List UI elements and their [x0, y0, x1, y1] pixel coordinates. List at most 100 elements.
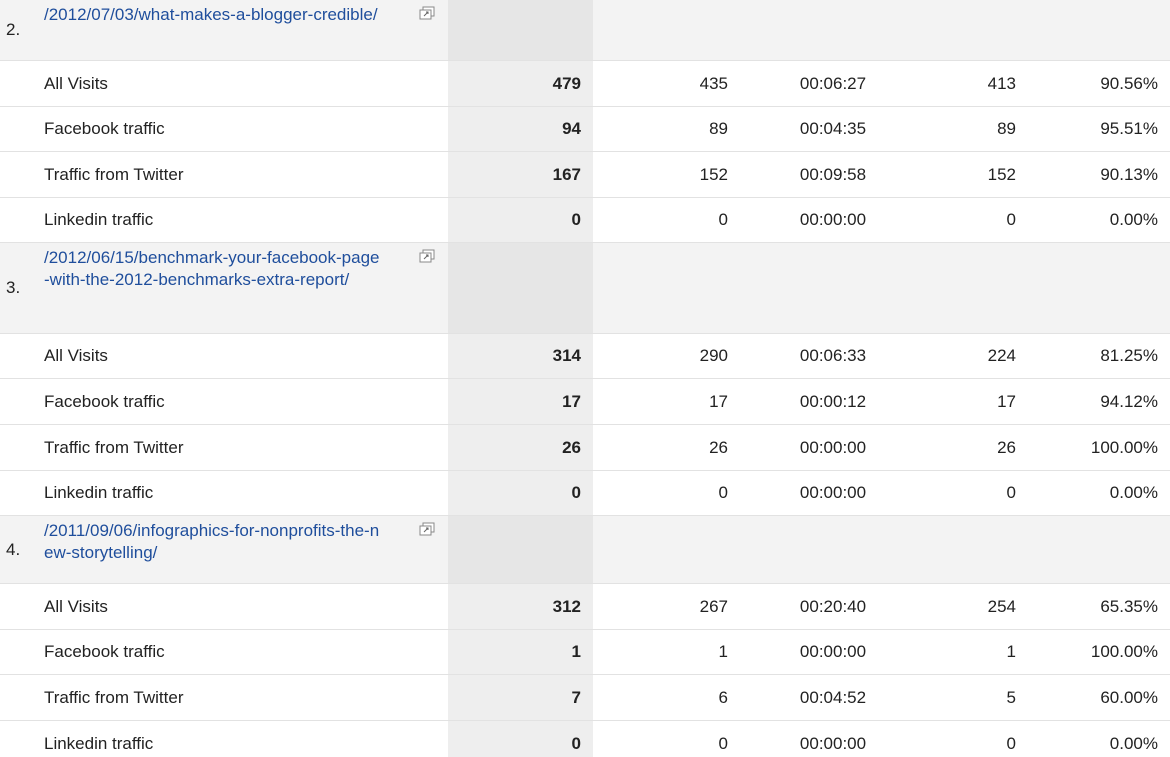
- metric-4-value: 413: [987, 73, 1016, 93]
- percent-value: 0.00%: [1109, 483, 1158, 502]
- metric-4-value: 5: [1006, 687, 1016, 707]
- metric-2-value: 290: [699, 346, 728, 365]
- metric-2-value: 26: [709, 437, 728, 457]
- percent-value: 60.00%: [1100, 687, 1158, 707]
- time-on-page-value: 00:00:00: [799, 437, 867, 457]
- page-path-link[interactable]: /2012/06/15/benchmark-your-facebook-page…: [44, 245, 384, 291]
- segment-label: Facebook traffic: [44, 391, 165, 411]
- time-on-page-value: 00:00:12: [799, 391, 867, 411]
- segment-label: Linkedin traffic: [44, 483, 154, 502]
- segment-row: Traffic from Twitter 167 152 00:09:58 15…: [0, 152, 1170, 198]
- segment-row: All Visits 312 267 00:20:40 254 65.35%: [0, 584, 1170, 630]
- metric-2-value: 0: [718, 210, 728, 229]
- segment-row: Facebook traffic 94 89 00:04:35 89 95.51…: [0, 107, 1170, 152]
- segment-label: Linkedin traffic: [44, 210, 154, 229]
- time-on-page-value: 00:00:00: [799, 642, 867, 661]
- page-path-cell: /2011/09/06/infographics-for-nonprofits-…: [44, 516, 424, 583]
- visits-value: 0: [448, 198, 593, 242]
- row-index: 4.: [6, 539, 21, 559]
- page-row: 4. /2011/09/06/infographics-for-nonprofi…: [0, 516, 1170, 584]
- segment-label: Traffic from Twitter: [44, 437, 184, 457]
- row-index: 3.: [6, 278, 21, 297]
- metric-2-value: 17: [709, 391, 728, 411]
- visits-value: 312: [448, 584, 593, 629]
- time-on-page-value: 00:00:00: [799, 210, 867, 229]
- open-page-button[interactable]: [412, 0, 442, 60]
- row-index: 2.: [6, 20, 21, 39]
- page-row: 2. /2012/07/03/what-makes-a-blogger-cred…: [0, 0, 1170, 61]
- external-window-icon: [419, 249, 435, 263]
- percent-value: 90.56%: [1100, 73, 1158, 93]
- segment-label: All Visits: [44, 596, 108, 616]
- metric-2-value: 435: [699, 73, 728, 93]
- visits-value: 17: [448, 379, 593, 424]
- metric-4-value: 0: [1006, 210, 1016, 229]
- segment-label: All Visits: [44, 73, 108, 93]
- percent-value: 100.00%: [1090, 437, 1158, 457]
- visits-value: 167: [448, 152, 593, 197]
- segment-row: Facebook traffic 1 1 00:00:00 1 100.00%: [0, 630, 1170, 675]
- percent-value: 0.00%: [1109, 733, 1158, 753]
- metric-2-value: 1: [718, 642, 728, 661]
- time-on-page-value: 00:04:52: [799, 687, 867, 707]
- page-path-cell: /2012/06/15/benchmark-your-facebook-page…: [44, 243, 424, 333]
- time-on-page-value: 00:00:00: [799, 733, 867, 753]
- metric-2-value: 89: [709, 119, 728, 138]
- time-on-page-value: 00:00:00: [799, 483, 867, 502]
- percent-value: 100.00%: [1090, 642, 1158, 661]
- segment-row: All Visits 479 435 00:06:27 413 90.56%: [0, 61, 1170, 107]
- time-on-page-value: 00:20:40: [799, 596, 867, 616]
- metric-4-value: 254: [987, 596, 1016, 616]
- metric-2-value: 0: [718, 733, 728, 753]
- percent-value: 65.35%: [1100, 596, 1158, 616]
- percent-value: 94.12%: [1100, 391, 1158, 411]
- metric-4-value: 89: [997, 119, 1016, 138]
- metric-4-value: 1: [1006, 642, 1016, 661]
- metric-2-value: 0: [718, 483, 728, 502]
- percent-value: 81.25%: [1100, 346, 1158, 365]
- segment-label: Linkedin traffic: [44, 733, 154, 753]
- page-path-cell: /2012/07/03/what-makes-a-blogger-credibl…: [44, 0, 424, 60]
- open-page-button[interactable]: [412, 516, 442, 583]
- segment-label: Traffic from Twitter: [44, 687, 184, 707]
- metric-2-value: 152: [699, 164, 728, 184]
- visits-value: 94: [448, 107, 593, 151]
- visits-value: 1: [448, 630, 593, 674]
- segment-row: All Visits 314 290 00:06:33 224 81.25%: [0, 334, 1170, 379]
- segment-label: Traffic from Twitter: [44, 164, 184, 184]
- metric-4-value: 0: [1006, 483, 1016, 502]
- page-row: 3. /2012/06/15/benchmark-your-facebook-p…: [0, 243, 1170, 334]
- segment-row: Linkedin traffic 0 0 00:00:00 0 0.00%: [0, 721, 1170, 757]
- segment-row: Linkedin traffic 0 0 00:00:00 0 0.00%: [0, 471, 1170, 516]
- percent-value: 95.51%: [1100, 119, 1158, 138]
- visits-value: 0: [448, 471, 593, 515]
- visits-value: 7: [448, 675, 593, 720]
- time-on-page-value: 00:04:35: [799, 119, 867, 138]
- page-path-link[interactable]: /2012/07/03/what-makes-a-blogger-credibl…: [44, 2, 384, 26]
- segment-row: Traffic from Twitter 26 26 00:00:00 26 1…: [0, 425, 1170, 471]
- visits-value: 0: [448, 721, 593, 757]
- time-on-page-value: 00:06:27: [799, 73, 867, 93]
- visits-value: 479: [448, 61, 593, 106]
- metric-4-value: 0: [1006, 733, 1016, 753]
- metric-4-value: 224: [987, 346, 1016, 365]
- metric-2-value: 6: [718, 687, 728, 707]
- segment-row: Traffic from Twitter 7 6 00:04:52 5 60.0…: [0, 675, 1170, 721]
- external-window-icon: [419, 6, 435, 20]
- percent-value: 0.00%: [1109, 210, 1158, 229]
- visits-value: 314: [448, 334, 593, 378]
- external-window-icon: [419, 522, 435, 536]
- open-page-button[interactable]: [412, 243, 442, 333]
- segment-label: Facebook traffic: [44, 119, 165, 138]
- metric-2-value: 267: [699, 596, 728, 616]
- visits-value: 26: [448, 425, 593, 470]
- segment-row: Facebook traffic 17 17 00:00:12 17 94.12…: [0, 379, 1170, 425]
- page-path-link[interactable]: /2011/09/06/infographics-for-nonprofits-…: [44, 518, 384, 564]
- metric-4-value: 152: [987, 164, 1016, 184]
- percent-value: 90.13%: [1100, 164, 1158, 184]
- time-on-page-value: 00:09:58: [799, 164, 867, 184]
- segment-row: Linkedin traffic 0 0 00:00:00 0 0.00%: [0, 198, 1170, 243]
- time-on-page-value: 00:06:33: [799, 346, 867, 365]
- segment-label: Facebook traffic: [44, 642, 165, 661]
- metric-4-value: 26: [997, 437, 1016, 457]
